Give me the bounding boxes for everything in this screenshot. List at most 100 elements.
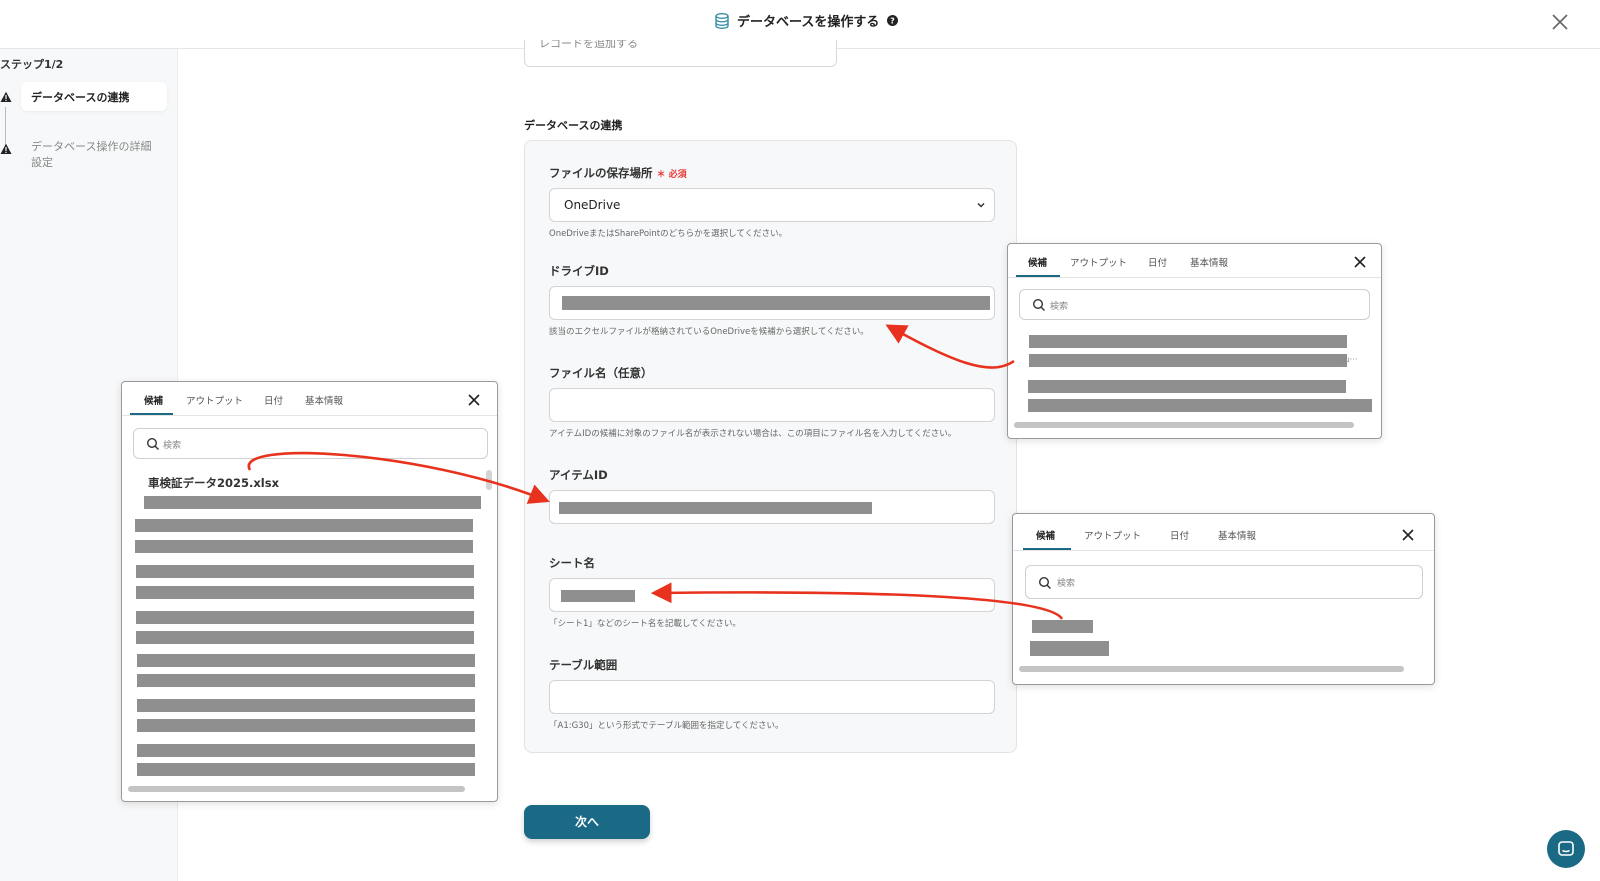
help-circle-icon[interactable]: ? bbox=[887, 15, 899, 26]
search-placeholder: 検索 bbox=[1050, 302, 1069, 312]
close-icon[interactable] bbox=[467, 393, 481, 407]
horizontal-scrollbar[interactable] bbox=[1014, 422, 1354, 428]
action-select-value: レコードを追加する bbox=[539, 40, 638, 50]
search-icon bbox=[1038, 576, 1051, 589]
redacted-value bbox=[559, 502, 872, 514]
redacted-item[interactable] bbox=[137, 763, 475, 776]
drive-id-hint: 該当のエクセルファイルが格納されているOneDriveを候補から選択してください… bbox=[549, 327, 869, 337]
redacted-item[interactable] bbox=[1032, 620, 1093, 633]
close-icon[interactable] bbox=[1401, 528, 1415, 542]
tab-basic-info[interactable]: 基本情報 bbox=[305, 393, 343, 407]
horizontal-scrollbar[interactable] bbox=[1019, 666, 1404, 672]
tab-basic-info[interactable]: 基本情報 bbox=[1218, 528, 1256, 542]
tab-candidates[interactable]: 候補 bbox=[144, 393, 163, 407]
sheet-name-input[interactable] bbox=[549, 578, 995, 612]
item-id-label: アイテムID bbox=[549, 468, 608, 482]
redacted-item[interactable] bbox=[137, 699, 475, 712]
redacted-item[interactable] bbox=[137, 719, 475, 732]
warning-icon bbox=[0, 143, 12, 154]
warning-icon bbox=[0, 91, 12, 102]
svg-text:?: ? bbox=[891, 17, 896, 26]
tab-candidates[interactable]: 候補 bbox=[1036, 528, 1055, 542]
action-select[interactable]: レコードを追加する bbox=[524, 40, 837, 67]
active-tab-indicator bbox=[130, 413, 173, 415]
tab-output[interactable]: アウトプット bbox=[1070, 255, 1127, 269]
popup-search-input[interactable]: 検索 bbox=[133, 428, 488, 459]
redacted-value bbox=[562, 296, 990, 310]
redacted-item[interactable] bbox=[136, 586, 474, 599]
storage-label-text: ファイルの保存場所 bbox=[549, 166, 653, 180]
popup-tabs: 候補 アウトプット 日付 基本情報 bbox=[1013, 514, 1434, 551]
redacted-item[interactable] bbox=[135, 540, 473, 553]
suggestion-popup-item-id: 候補 アウトプット 日付 基本情報 検索 車検証データ2025.xlsx bbox=[121, 381, 498, 802]
chat-support-button[interactable] bbox=[1547, 830, 1585, 868]
sheet-name-label: シート名 bbox=[549, 556, 595, 570]
drive-id-label: ドライブID bbox=[549, 264, 609, 278]
redacted-item[interactable] bbox=[137, 654, 475, 667]
truncated-suffix: /u··· bbox=[1342, 355, 1358, 364]
redacted-item[interactable] bbox=[137, 674, 475, 687]
search-icon bbox=[146, 437, 159, 450]
table-range-input[interactable] bbox=[549, 680, 995, 714]
popup-search-input[interactable]: 検索 bbox=[1025, 565, 1423, 599]
table-range-label: テーブル範囲 bbox=[549, 658, 618, 672]
storage-hint: OneDriveまたはSharePointのどちらかを選択してください。 bbox=[549, 229, 788, 239]
close-icon[interactable] bbox=[1548, 10, 1572, 34]
horizontal-scrollbar[interactable] bbox=[128, 786, 465, 792]
redacted-item[interactable] bbox=[1030, 641, 1109, 656]
redacted-item[interactable] bbox=[136, 611, 474, 624]
file-name-label: ファイル名（任意） bbox=[549, 366, 653, 380]
required-badge: ＊ 必須 bbox=[656, 170, 687, 180]
active-tab-indicator bbox=[1023, 548, 1071, 550]
redacted-item[interactable] bbox=[1029, 335, 1347, 348]
search-placeholder: 検索 bbox=[1057, 579, 1076, 589]
table-range-hint: 「A1:G30」という形式でテーブル範囲を指定してください。 bbox=[549, 721, 784, 731]
section-title: データベースの連携 bbox=[524, 119, 623, 132]
tab-candidates[interactable]: 候補 bbox=[1028, 255, 1047, 269]
candidate-file-item[interactable]: 車検証データ2025.xlsx bbox=[148, 475, 279, 491]
vertical-scrollbar[interactable] bbox=[486, 470, 492, 490]
tab-output[interactable]: アウトプット bbox=[1084, 528, 1141, 542]
sidebar-step-database-link[interactable]: データベースの連携 bbox=[21, 82, 167, 111]
suggestion-popup-sheet-name: 候補 アウトプット 日付 基本情報 検索 bbox=[1012, 513, 1435, 685]
file-name-input[interactable] bbox=[549, 388, 995, 422]
step-counter: ステップ1/2 bbox=[0, 58, 64, 71]
redacted-item[interactable] bbox=[1028, 380, 1346, 393]
database-icon bbox=[715, 12, 729, 29]
search-placeholder: 検索 bbox=[163, 441, 182, 451]
popup-search-input[interactable]: 検索 bbox=[1019, 289, 1370, 320]
close-icon[interactable] bbox=[1353, 255, 1367, 269]
redacted-item[interactable] bbox=[144, 496, 481, 509]
suggestion-popup-drive-id: 候補 アウトプット 日付 基本情報 検索 /u··· bbox=[1007, 243, 1382, 439]
search-icon bbox=[1032, 298, 1045, 311]
redacted-item[interactable] bbox=[1029, 354, 1347, 367]
next-button[interactable]: 次へ bbox=[524, 805, 650, 839]
chevron-down-icon bbox=[977, 202, 985, 208]
file-name-hint: アイテムIDの候補に対象のファイル名が表示されない場合は、この項目にファイル名を… bbox=[549, 429, 957, 439]
tab-date[interactable]: 日付 bbox=[264, 393, 283, 407]
redacted-item[interactable] bbox=[137, 744, 475, 757]
active-tab-indicator bbox=[1016, 275, 1060, 277]
storage-select[interactable]: OneDrive bbox=[549, 188, 995, 222]
modal-title-text: データベースを操作する bbox=[737, 15, 880, 30]
sidebar-step-operation-detail[interactable]: データベース操作の詳細設定 bbox=[31, 139, 161, 171]
tab-date[interactable]: 日付 bbox=[1170, 528, 1189, 542]
popup-tabs: 候補 アウトプット 日付 基本情報 bbox=[122, 382, 497, 416]
required-text: 必須 bbox=[668, 170, 687, 180]
redacted-item[interactable] bbox=[1028, 399, 1372, 412]
tab-output[interactable]: アウトプット bbox=[186, 393, 243, 407]
drive-id-input[interactable] bbox=[549, 286, 995, 320]
redacted-item[interactable] bbox=[136, 631, 474, 644]
redacted-item[interactable] bbox=[136, 565, 474, 578]
tab-date[interactable]: 日付 bbox=[1148, 255, 1167, 269]
sheet-name-hint: 「シート1」などのシート名を記載してください。 bbox=[549, 619, 741, 629]
redacted-value bbox=[561, 590, 635, 602]
step-connector bbox=[5, 107, 6, 147]
form-panel: ファイルの保存場所＊ 必須 OneDrive OneDriveまたはShareP… bbox=[524, 140, 1017, 753]
storage-select-value: OneDrive bbox=[564, 198, 621, 212]
redacted-item[interactable] bbox=[135, 519, 473, 532]
item-id-input[interactable] bbox=[549, 490, 995, 524]
chat-icon bbox=[1558, 841, 1574, 856]
tab-basic-info[interactable]: 基本情報 bbox=[1190, 255, 1228, 269]
popup-tabs: 候補 アウトプット 日付 基本情報 bbox=[1008, 244, 1381, 278]
